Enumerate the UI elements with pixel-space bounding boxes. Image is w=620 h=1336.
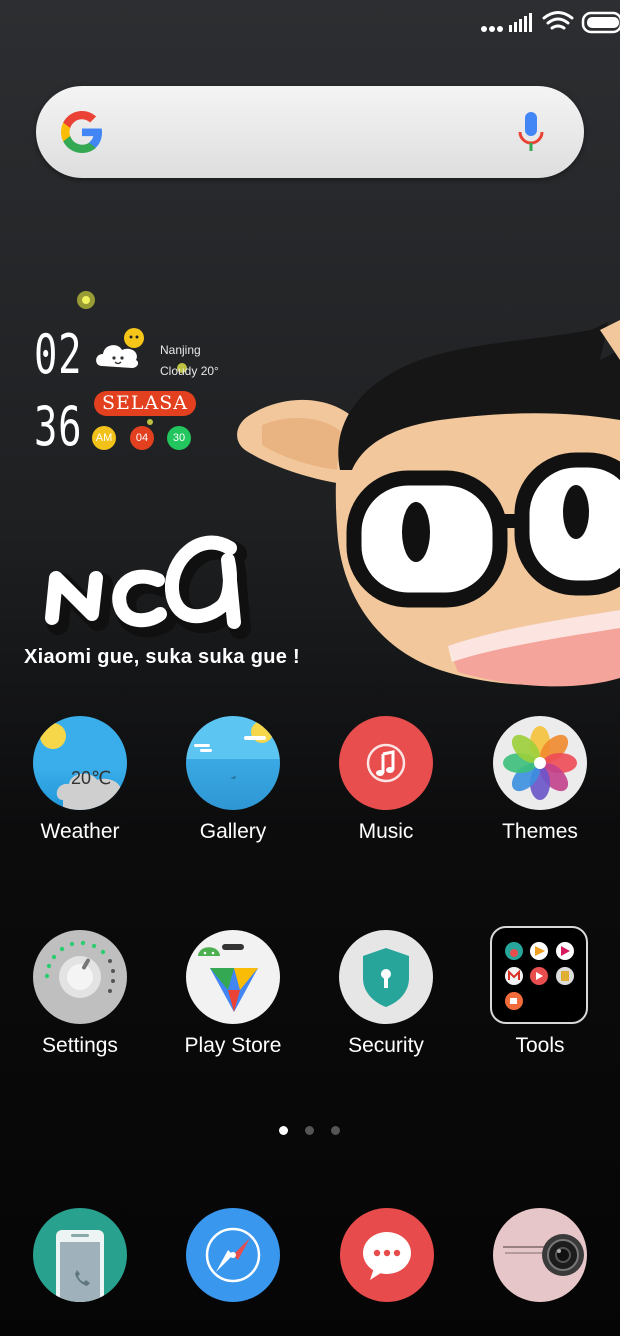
app-weather[interactable]: 20℃ Weather	[3, 716, 157, 856]
dock-browser[interactable]	[186, 1208, 280, 1302]
weather-condition: Cloudy 20°	[160, 364, 219, 378]
dock-camera[interactable]	[493, 1208, 587, 1302]
app-label-play-store: Play Store	[184, 1034, 282, 1057]
folder-tools[interactable]: Tools	[463, 926, 617, 1070]
cloudy-sun-icon	[96, 328, 144, 368]
clock-hour: 02	[34, 323, 83, 386]
settings-icon	[33, 930, 127, 1024]
phone-icon	[56, 1230, 104, 1302]
weather-icon: 20℃	[33, 716, 127, 810]
app-play-store[interactable]: Play Store	[156, 930, 310, 1070]
app-settings[interactable]: Settings	[3, 930, 157, 1070]
dock-messaging[interactable]	[340, 1208, 434, 1302]
app-music[interactable]: Music	[309, 716, 463, 856]
clock-minute: 36	[34, 395, 83, 458]
app-label-gallery: Gallery	[199, 820, 267, 843]
wallpaper-tagline: Xiaomi gue, suka suka gue !	[24, 646, 300, 668]
clock-widget[interactable]: 02	[34, 328, 101, 382]
app-label-tools: Tools	[515, 1034, 565, 1057]
app-label-settings: Settings	[42, 1034, 118, 1057]
app-gallery[interactable]: Gallery	[156, 716, 310, 856]
date-dot: 30	[167, 426, 191, 450]
page-dot-active[interactable]	[279, 1126, 288, 1135]
page-dot[interactable]	[305, 1126, 314, 1135]
dock-phone[interactable]	[33, 1208, 127, 1302]
app-label-themes: Themes	[502, 820, 578, 843]
browser-icon	[205, 1227, 261, 1283]
app-label-music: Music	[358, 820, 414, 843]
gallery-icon	[186, 716, 280, 810]
app-themes[interactable]: Themes	[463, 716, 617, 856]
security-icon	[339, 930, 433, 1024]
tools-folder-icon	[490, 926, 588, 1024]
page-dot[interactable]	[331, 1126, 340, 1135]
weather-temp: 20℃	[71, 768, 112, 788]
day-badge: SELASA	[94, 391, 196, 416]
play-store-icon	[186, 930, 280, 1024]
weather-city: Nanjing	[160, 343, 201, 357]
music-icon	[339, 716, 433, 810]
month-dot: 04	[130, 426, 154, 450]
clock-minute-wrap: 36	[34, 400, 101, 454]
camera-icon	[503, 1234, 584, 1276]
messaging-icon	[363, 1232, 411, 1280]
ampm-dot: AM	[92, 426, 116, 450]
page-indicator[interactable]	[279, 1126, 349, 1136]
app-security[interactable]: Security	[309, 930, 463, 1070]
app-label-security: Security	[348, 1034, 424, 1057]
app-label-weather: Weather	[40, 820, 120, 843]
themes-icon	[493, 716, 587, 810]
